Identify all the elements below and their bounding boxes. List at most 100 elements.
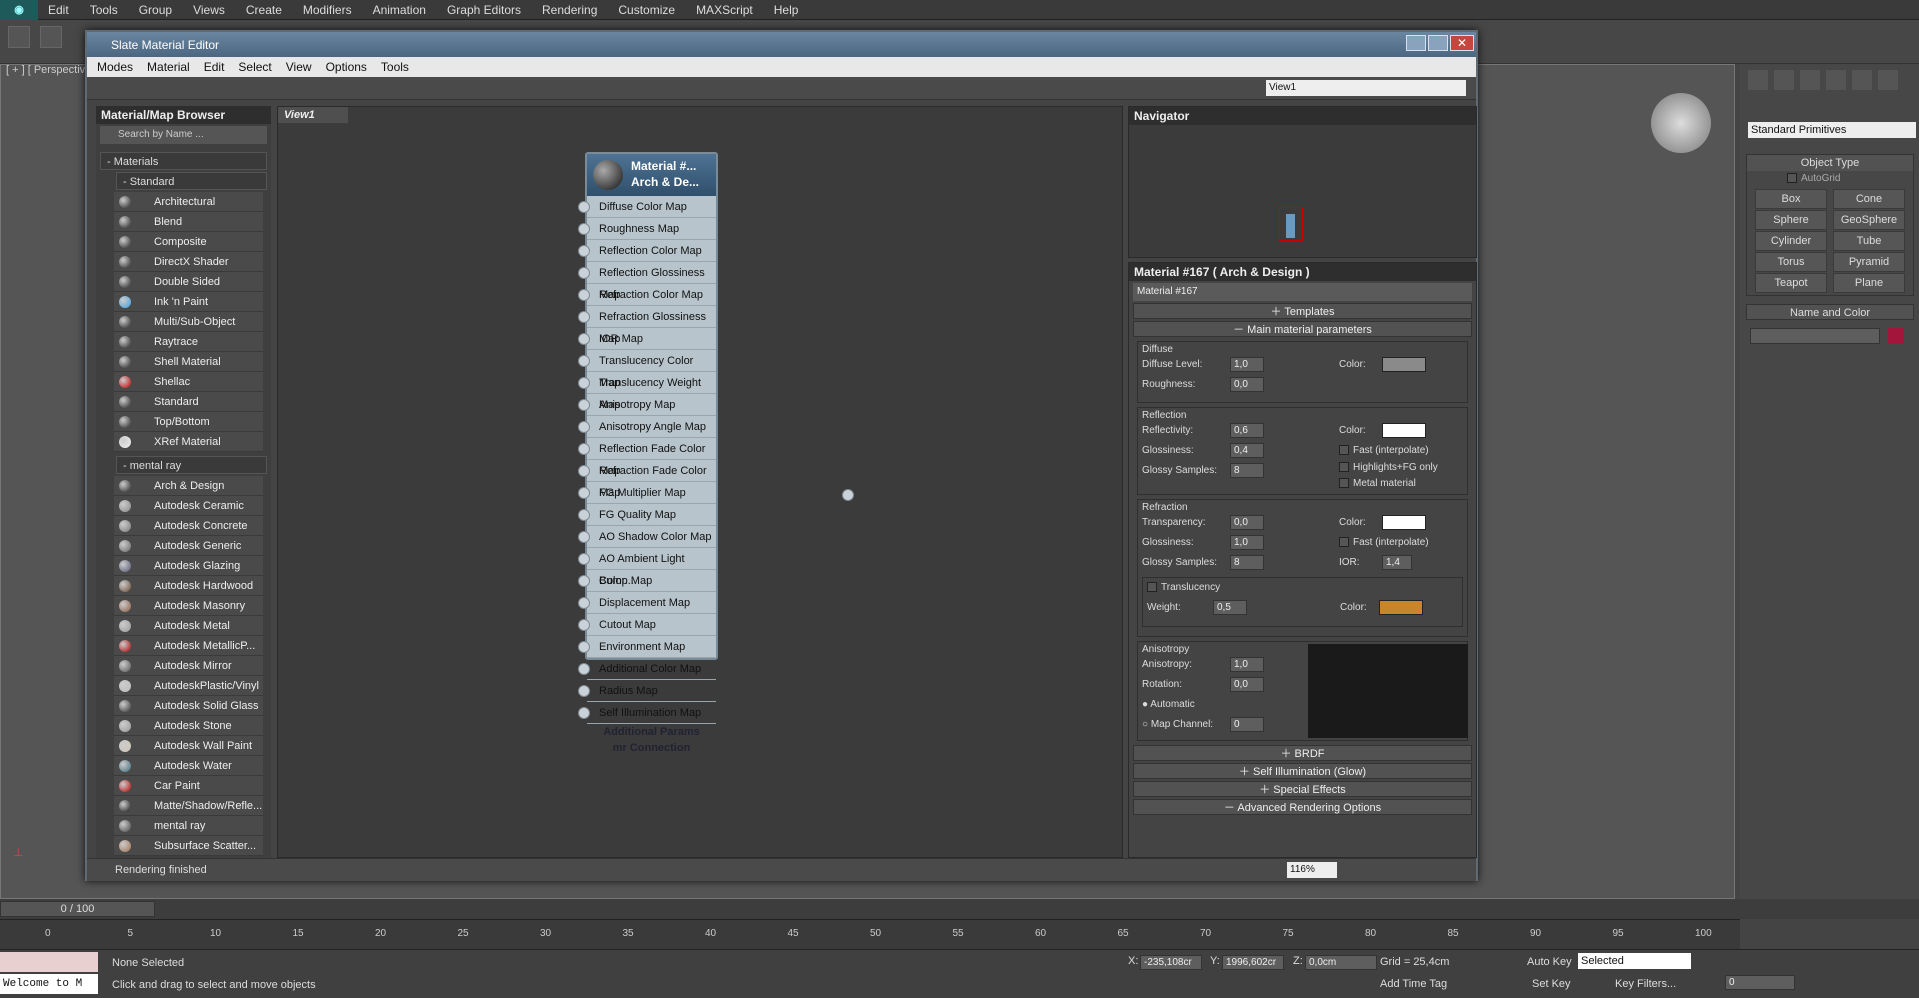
- map-channel-spinner[interactable]: 0: [1230, 717, 1264, 732]
- refraction-fast-checkbox[interactable]: Fast (interpolate): [1339, 533, 1429, 553]
- primitive-button[interactable]: Cylinder: [1755, 231, 1827, 251]
- node-map-slot[interactable]: Additional Color Map: [578, 658, 716, 680]
- node-map-slot[interactable]: Reflection Color Map: [578, 240, 716, 262]
- editor-menu-item[interactable]: Tools: [381, 60, 409, 74]
- editor-menu-item[interactable]: Edit: [204, 60, 225, 74]
- unlink-icon[interactable]: [40, 26, 62, 48]
- browser-material-item[interactable]: Autodesk Ceramic: [114, 496, 263, 516]
- zoom-dropdown[interactable]: 116%: [1287, 862, 1337, 878]
- input-socket-icon[interactable]: [578, 289, 590, 301]
- app-logo-icon[interactable]: ◉: [0, 0, 38, 20]
- primitive-button[interactable]: Pyramid: [1833, 252, 1905, 272]
- node-map-slot[interactable]: Diffuse Color Map: [578, 196, 716, 218]
- input-socket-icon[interactable]: [578, 619, 590, 631]
- input-socket-icon[interactable]: [578, 311, 590, 323]
- anisotropy-spinner[interactable]: 1,0: [1230, 657, 1264, 672]
- browser-material-item[interactable]: Subsurface Scatter...: [114, 836, 263, 856]
- node-map-slot[interactable]: Cutout Map: [578, 614, 716, 636]
- input-socket-icon[interactable]: [578, 377, 590, 389]
- input-socket-icon[interactable]: [578, 575, 590, 587]
- standard-section[interactable]: - Standard: [116, 172, 267, 190]
- transparency-spinner[interactable]: 0,0: [1230, 515, 1264, 530]
- viewcube-icon[interactable]: [1651, 93, 1711, 153]
- reflectivity-spinner[interactable]: 0,6: [1230, 423, 1264, 438]
- reflection-samples-spinner[interactable]: 8: [1230, 463, 1264, 478]
- reflection-glossiness-spinner[interactable]: 0,4: [1230, 443, 1264, 458]
- browser-material-item[interactable]: Architectural: [114, 192, 263, 212]
- node-map-slot[interactable]: Translucency Color Map: [578, 350, 716, 389]
- editor-menu-item[interactable]: Material: [147, 60, 190, 74]
- parameter-rollout[interactable]: ＋ BRDF: [1133, 745, 1472, 761]
- primitive-button[interactable]: Teapot: [1755, 273, 1827, 293]
- browser-material-item[interactable]: Raytrace: [114, 332, 263, 352]
- browser-material-item[interactable]: Autodesk Solid Glass: [114, 696, 263, 716]
- current-frame-field[interactable]: 0: [1725, 975, 1795, 990]
- parameter-rollout[interactable]: ＋ Self Illumination (Glow): [1133, 763, 1472, 779]
- node-output-socket[interactable]: [842, 489, 854, 501]
- primitive-button[interactable]: Cone: [1833, 189, 1905, 209]
- browser-material-item[interactable]: Autodesk Stone: [114, 716, 263, 736]
- browser-material-item[interactable]: Multi/Sub-Object: [114, 312, 263, 332]
- editor-menu-item[interactable]: Modes: [97, 60, 133, 74]
- set-key-button[interactable]: Set Key: [1532, 978, 1571, 990]
- browser-material-item[interactable]: Autodesk Water: [114, 756, 263, 776]
- refraction-color-swatch[interactable]: [1382, 515, 1426, 530]
- autogrid-checkbox[interactable]: AutoGrid: [1747, 171, 1913, 187]
- view-dropdown[interactable]: View1: [1266, 80, 1466, 96]
- node-map-slot[interactable]: Bump Map: [578, 570, 716, 592]
- refraction-samples-spinner[interactable]: 8: [1230, 555, 1264, 570]
- browser-material-item[interactable]: Autodesk MetallicP...: [114, 636, 263, 656]
- node-map-slot[interactable]: AO Shadow Color Map: [578, 526, 716, 548]
- time-slider-thumb[interactable]: 0 / 100: [0, 901, 155, 917]
- primitive-button[interactable]: Torus: [1755, 252, 1827, 272]
- node-map-slot[interactable]: Roughness Map: [578, 218, 716, 240]
- templates-rollout[interactable]: ＋ Templates: [1133, 303, 1472, 319]
- x-coordinate-field[interactable]: -235,108cr: [1140, 955, 1202, 970]
- utilities-tab-icon[interactable]: [1878, 70, 1898, 90]
- refraction-glossiness-spinner[interactable]: 1,0: [1230, 535, 1264, 550]
- node-map-slot[interactable]: Translucency Weight Map: [578, 372, 716, 411]
- auto-key-button[interactable]: Auto Key: [1527, 956, 1572, 968]
- menu-item[interactable]: Modifiers: [303, 3, 352, 17]
- main-params-rollout[interactable]: － Main material parameters: [1133, 321, 1472, 337]
- input-socket-icon[interactable]: [578, 641, 590, 653]
- browser-material-item[interactable]: Double Sided: [114, 272, 263, 292]
- browser-material-item[interactable]: Shell Material: [114, 352, 263, 372]
- node-map-slot[interactable]: Anisotropy Map: [578, 394, 716, 416]
- object-color-swatch[interactable]: [1888, 328, 1904, 344]
- node-map-slot[interactable]: Radius Map: [578, 680, 716, 702]
- browser-material-item[interactable]: Autodesk Metal: [114, 616, 263, 636]
- mentalray-section[interactable]: - mental ray: [116, 456, 267, 474]
- input-socket-icon[interactable]: [578, 663, 590, 675]
- z-coordinate-field[interactable]: 0,0cm: [1305, 955, 1377, 970]
- link-icon[interactable]: [8, 26, 30, 48]
- browser-material-item[interactable]: mental ray: [114, 816, 263, 836]
- menu-item[interactable]: Help: [774, 3, 799, 17]
- input-socket-icon[interactable]: [578, 201, 590, 213]
- browser-material-item[interactable]: XRef Material: [114, 432, 263, 452]
- primitive-button[interactable]: Sphere: [1755, 210, 1827, 230]
- browser-material-item[interactable]: Blend: [114, 212, 263, 232]
- modify-tab-icon[interactable]: [1774, 70, 1794, 90]
- input-socket-icon[interactable]: [578, 531, 590, 543]
- key-mode-dropdown[interactable]: Selected: [1578, 953, 1691, 969]
- node-map-slot[interactable]: Anisotropy Angle Map: [578, 416, 716, 438]
- window-title-bar[interactable]: Slate Material Editor ✕: [87, 32, 1476, 57]
- menu-item[interactable]: Group: [139, 3, 172, 17]
- node-map-slot[interactable]: Refraction Color Map: [578, 284, 716, 306]
- editor-menu-item[interactable]: Options: [326, 60, 367, 74]
- diffuse-color-swatch[interactable]: [1382, 357, 1426, 372]
- node-header[interactable]: Material #... Arch & De...: [587, 154, 716, 196]
- minimize-button[interactable]: [1406, 35, 1426, 51]
- object-type-header[interactable]: Object Type: [1747, 155, 1913, 171]
- browser-material-item[interactable]: DirectX Shader: [114, 252, 263, 272]
- additional-params-rollout[interactable]: Additional Params: [587, 724, 716, 740]
- mr-connection-rollout[interactable]: mr Connection: [587, 740, 716, 756]
- name-and-color-header[interactable]: Name and Color: [1746, 304, 1914, 320]
- hierarchy-tab-icon[interactable]: [1800, 70, 1820, 90]
- maximize-button[interactable]: [1428, 35, 1448, 51]
- translucency-color-swatch[interactable]: [1379, 600, 1423, 615]
- parameter-rollout[interactable]: － Advanced Rendering Options: [1133, 799, 1472, 815]
- key-filters-button[interactable]: Key Filters...: [1615, 978, 1676, 990]
- input-socket-icon[interactable]: [578, 465, 590, 477]
